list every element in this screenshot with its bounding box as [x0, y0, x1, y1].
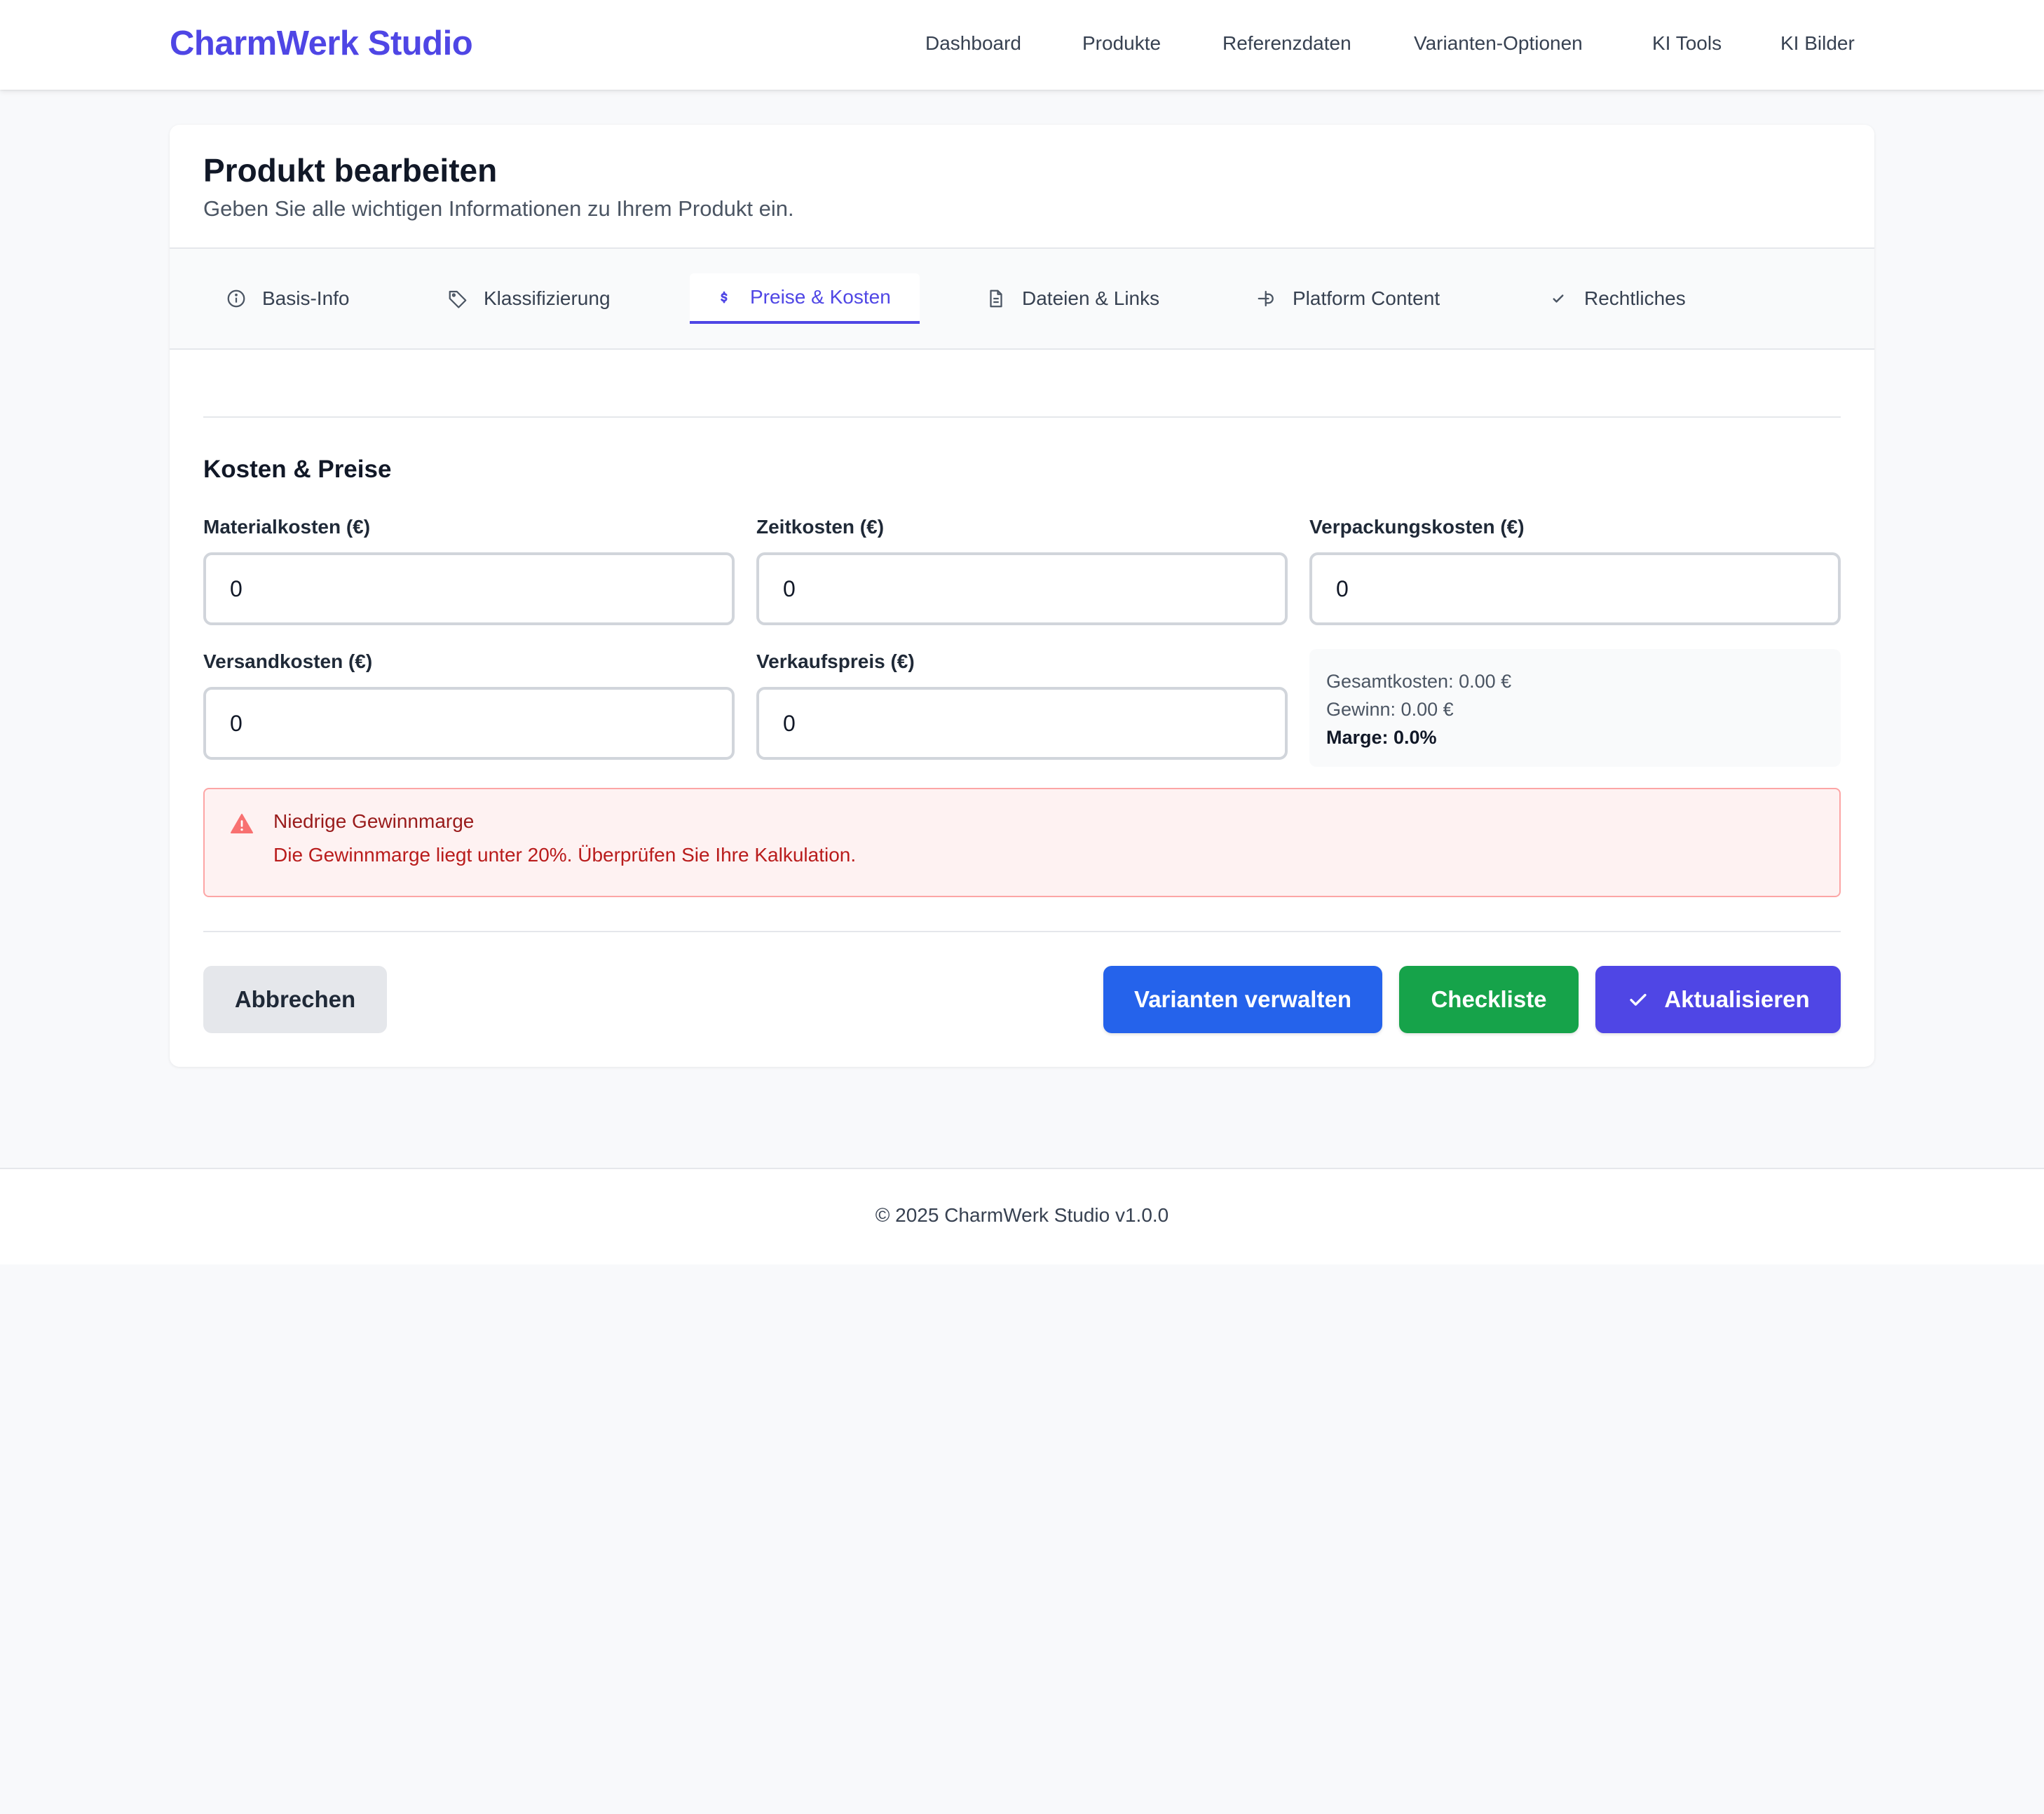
divider: [203, 416, 1841, 418]
product-edit-card: Produkt bearbeiten Geben Sie alle wichti…: [170, 125, 1874, 1067]
cost-summary: Gesamtkosten: 0.00 € Gewinn: 0.00 € Marg…: [1309, 649, 1841, 767]
tab-rechtliches[interactable]: Rechtliches: [1548, 273, 1686, 324]
warning-triangle-icon: [230, 814, 254, 833]
document-icon: [990, 289, 1002, 308]
page-subtitle: Geben Sie alle wichtigen Informationen z…: [203, 196, 794, 221]
check-badge-icon: [1553, 294, 1564, 303]
zeitkosten-input[interactable]: [756, 552, 1288, 625]
nav-ki-bilder[interactable]: KI Bilder: [1780, 32, 1855, 55]
gesamtkosten-value: Gesamtkosten: 0.00 €: [1326, 671, 1512, 692]
tab-label: Klassifizierung: [484, 287, 611, 309]
tab-label: Dateien & Links: [1022, 287, 1160, 309]
footer-copyright: © 2025 CharmWerk Studio v1.0.0: [875, 1204, 1169, 1226]
card-header: Produkt bearbeiten Geben Sie alle wichti…: [170, 125, 1874, 249]
tab-basis-info[interactable]: Basis-Info: [226, 273, 350, 324]
section-title: Kosten & Preise: [203, 456, 392, 483]
platform-icon: [1258, 290, 1274, 307]
nav-varianten-optionen[interactable]: Varianten-Optionen: [1414, 32, 1583, 55]
tab-label: Preise & Kosten: [750, 286, 891, 308]
update-button[interactable]: Aktualisieren: [1595, 966, 1841, 1033]
footer: © 2025 CharmWerk Studio v1.0.0: [0, 1168, 2044, 1264]
alert-title: Niedrige Gewinnmarge: [273, 810, 475, 832]
tab-klassifizierung[interactable]: Klassifizierung: [447, 273, 611, 324]
brand-logo[interactable]: CharmWerk Studio: [170, 24, 473, 63]
nav-referenzdaten[interactable]: Referenzdaten: [1222, 32, 1351, 55]
manage-variants-button[interactable]: Varianten verwalten: [1103, 966, 1382, 1033]
verkaufspreis-label: Verkaufspreis (€): [756, 650, 915, 672]
info-circle-icon: [227, 289, 245, 308]
verpackungskosten-input[interactable]: [1309, 552, 1841, 625]
tab-label: Basis-Info: [262, 287, 350, 309]
divider: [203, 931, 1841, 932]
update-button-label: Aktualisieren: [1664, 986, 1810, 1012]
dollar-icon: [721, 291, 728, 304]
materialkosten-label: Materialkosten (€): [203, 516, 371, 538]
checklist-button[interactable]: Checkliste: [1399, 966, 1579, 1033]
tab-label: Platform Content: [1293, 287, 1440, 309]
top-navbar: CharmWerk Studio Dashboard Produkte Refe…: [0, 0, 2044, 90]
versandkosten-label: Versandkosten (€): [203, 650, 373, 672]
tag-icon: [449, 290, 467, 308]
cancel-button[interactable]: Abbrechen: [203, 966, 387, 1033]
nav-ki-tools[interactable]: KI Tools: [1652, 32, 1722, 55]
nav-produkte[interactable]: Produkte: [1082, 32, 1161, 55]
tab-platform-content[interactable]: Platform Content: [1256, 273, 1440, 324]
alert-message: Die Gewinnmarge liegt unter 20%. Überprü…: [273, 844, 857, 866]
marge-value: Marge: 0.0%: [1326, 727, 1437, 748]
checkmark-icon: [1630, 993, 1647, 1006]
gewinn-value: Gewinn: 0.00 €: [1326, 699, 1454, 720]
tab-preise-kosten[interactable]: Preise & Kosten: [690, 273, 920, 324]
nav-dashboard[interactable]: Dashboard: [925, 32, 1021, 55]
zeitkosten-label: Zeitkosten (€): [756, 516, 885, 538]
tab-dateien-links[interactable]: Dateien & Links: [986, 273, 1159, 324]
verkaufspreis-input[interactable]: [756, 687, 1288, 760]
tab-label: Rechtliches: [1584, 287, 1686, 309]
versandkosten-input[interactable]: [203, 687, 735, 760]
verpackungskosten-label: Verpackungskosten (€): [1309, 516, 1525, 538]
low-margin-alert: Niedrige Gewinnmarge Die Gewinnmarge lie…: [203, 788, 1841, 897]
materialkosten-input[interactable]: [203, 552, 735, 625]
page-title: Produkt bearbeiten: [203, 152, 498, 189]
